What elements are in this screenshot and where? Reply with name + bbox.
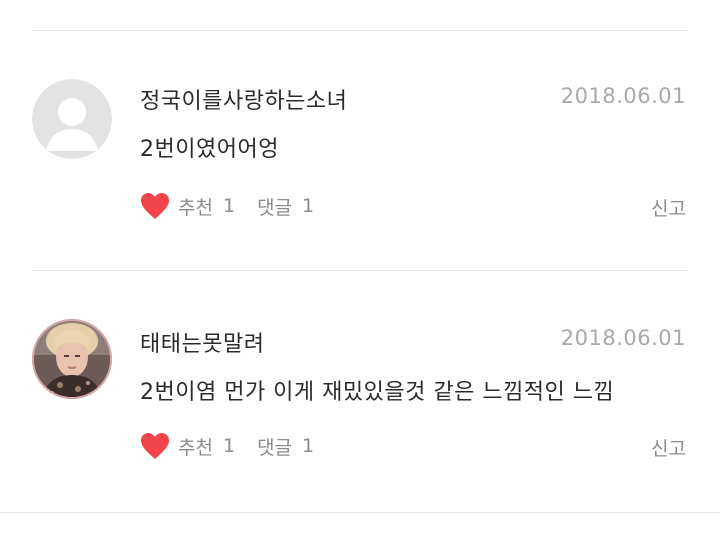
- like-label[interactable]: 추천: [178, 433, 213, 460]
- comment-text: 2번이였어어엉: [140, 137, 279, 162]
- comment-actions: 추천 1 댓글 1: [140, 431, 314, 461]
- comment-text: 2번이염 먼가 이게 재밌있을것 같은 느낌적인 느낌: [140, 380, 615, 405]
- report-button[interactable]: 신고: [651, 434, 686, 461]
- comment-list: 정국이를사랑하는소녀 2018.06.01 2번이였어어엉 추천 1 댓글 1 …: [0, 0, 720, 540]
- reply-count: 1: [302, 435, 315, 457]
- comment-username[interactable]: 정국이를사랑하는소녀: [140, 83, 347, 115]
- comment-item: 태태는못말려 2018.06.01 2번이염 먼가 이게 재밌있을것 같은 느낌…: [0, 271, 720, 511]
- reply-label[interactable]: 댓글: [257, 433, 292, 460]
- person-icon: [32, 79, 112, 159]
- comment-date: 2018.06.01: [560, 326, 686, 350]
- default-avatar[interactable]: [32, 79, 112, 159]
- comment-date: 2018.06.01: [560, 84, 686, 108]
- like-count: 1: [222, 435, 236, 457]
- reply-label[interactable]: 댓글: [257, 193, 292, 220]
- comment-username[interactable]: 태태는못말려: [140, 326, 264, 358]
- comment-actions: 추천 1 댓글 1: [140, 191, 314, 221]
- heart-icon[interactable]: [140, 432, 170, 460]
- report-button[interactable]: 신고: [651, 194, 686, 221]
- comment-item: 정국이를사랑하는소녀 2018.06.01 2번이였어어엉 추천 1 댓글 1 …: [0, 31, 720, 271]
- heart-icon[interactable]: [140, 192, 170, 220]
- reply-count: 1: [302, 195, 315, 217]
- divider: [0, 512, 720, 513]
- profile-photo-avatar[interactable]: [32, 319, 112, 399]
- like-label[interactable]: 추천: [178, 193, 213, 220]
- like-count: 1: [222, 195, 236, 217]
- profile-photo: [32, 319, 112, 399]
